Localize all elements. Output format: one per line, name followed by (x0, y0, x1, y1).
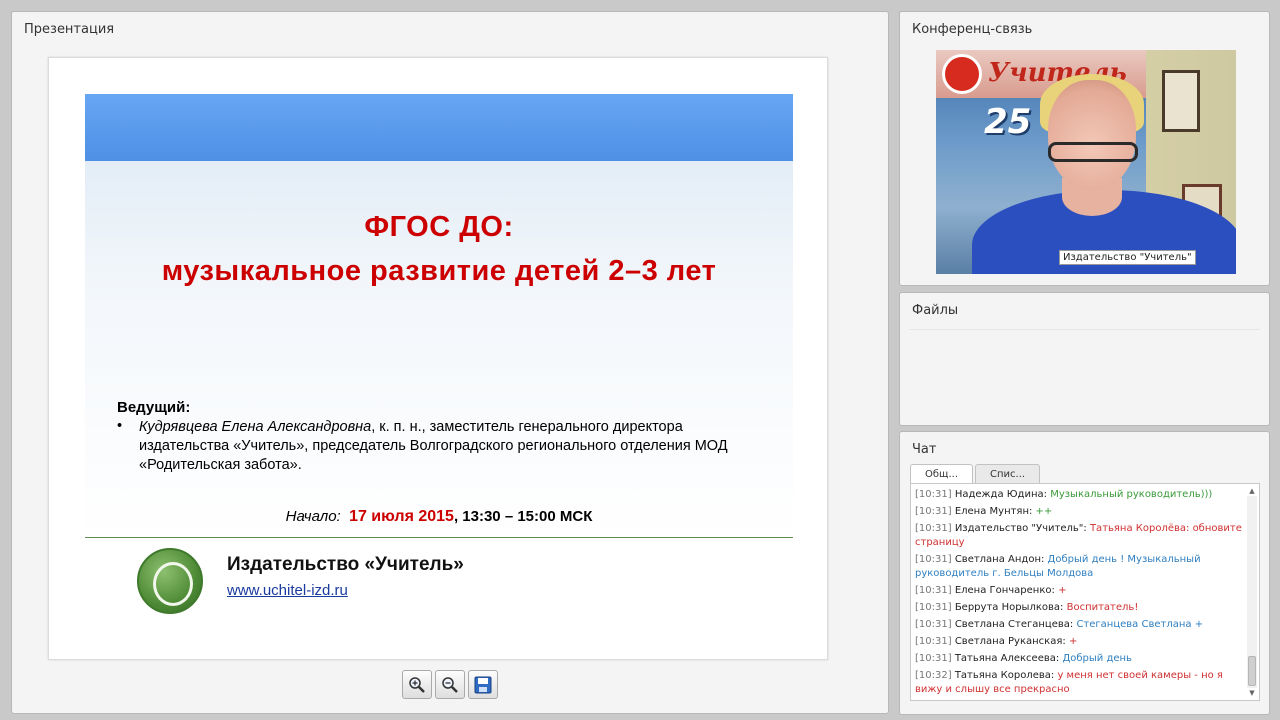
message-time: [10:31] (915, 653, 952, 664)
message-text: Музыкальный руководитель))) (1050, 489, 1213, 500)
speaker-glasses (1048, 142, 1138, 162)
presentation-slide: ФГОС ДО: музыкальное развитие детей 2–3 … (48, 57, 828, 660)
zoom-out-button[interactable] (435, 670, 465, 699)
message-text: Стеганцева Светлана + (1076, 619, 1204, 630)
message-time: [10:31] (915, 585, 952, 596)
publisher-name: Издательство «Учитель» (227, 554, 464, 575)
message-time: [10:31] (915, 602, 952, 613)
message-time: [10:31] (915, 636, 952, 647)
message-text: ++ (1035, 506, 1053, 517)
chat-panel: Чат Общ... Спис... [10:31] Надежда Юдина… (899, 431, 1270, 715)
wall-frame (1162, 70, 1200, 132)
files-list[interactable] (909, 329, 1260, 421)
tab-general[interactable]: Общ... (910, 464, 973, 483)
message-author: Татьяна Королева: (954, 670, 1055, 681)
chat-tabs: Общ... Спис... (910, 464, 1041, 483)
start-label: Начало: (285, 508, 341, 525)
chat-messages-box[interactable]: [10:31] Надежда Юдина: Музыкальный руков… (910, 483, 1260, 701)
message-text: Воспитатель! (1066, 602, 1139, 613)
message-time: [10:31] (915, 523, 952, 534)
files-panel: Файлы (899, 292, 1270, 426)
presentation-toolbar (402, 670, 498, 699)
conference-panel-title: Конференц-связь (912, 22, 1033, 37)
chat-message: [10:31] Светлана Андон: Добрый день ! Му… (915, 553, 1245, 581)
scroll-up-icon[interactable]: ▲ (1247, 486, 1257, 496)
message-author: Татьяна Алексеева: (954, 653, 1060, 664)
zoom-out-icon (442, 676, 458, 693)
zoom-in-button[interactable] (402, 670, 432, 699)
message-time: [10:31] (915, 619, 952, 630)
start-date: 17 июля 2015 (349, 508, 454, 525)
chat-message: [10:31] Светлана Стеганцева: Стеганцева … (915, 618, 1245, 632)
files-panel-title: Файлы (912, 303, 959, 318)
message-time: [10:31] (915, 554, 952, 565)
message-author: Беррута Норылкова: (954, 602, 1064, 613)
save-button[interactable] (468, 670, 498, 699)
video-banner-logo-icon (942, 54, 982, 94)
publisher-url[interactable]: www.uchitel-izd.ru (227, 582, 348, 599)
publisher-logo-icon (137, 548, 203, 614)
message-author: Светлана Руканская: (954, 636, 1066, 647)
chat-message: [10:31] Светлана Руканская: + (915, 635, 1245, 649)
chat-messages: [10:31] Надежда Юдина: Музыкальный руков… (915, 488, 1245, 700)
chat-message: [10:31] Надежда Юдина: Музыкальный руков… (915, 488, 1245, 502)
slide-header-band (85, 94, 793, 161)
host-label: Ведущий: (117, 399, 191, 416)
message-time: [10:31] (915, 489, 952, 500)
chat-message: [10:31] Издательство "Учитель": Татьяна … (915, 522, 1245, 550)
slide-title-line-2: музыкальное развитие детей 2–3 лет (161, 255, 717, 287)
message-author: Светлана Андон: (954, 554, 1045, 565)
message-author: Надежда Юдина: (954, 489, 1047, 500)
conference-panel: Конференц-связь Учитель 25 Издательство … (899, 11, 1270, 286)
message-text: + (1068, 636, 1078, 647)
start-time: , 13:30 – 15:00 МСК (453, 508, 593, 525)
host-name: Кудрявцева Елена Александровна (139, 419, 372, 435)
scroll-down-icon[interactable]: ▼ (1247, 688, 1257, 698)
participant-name-label: Издательство "Учитель" (1059, 250, 1196, 265)
message-text: + (1058, 585, 1067, 596)
video-banner-number: 25 (984, 102, 1032, 142)
chat-message: [10:31] Елена Гончаренко: + (915, 584, 1245, 598)
save-icon (474, 676, 492, 693)
message-author: Елена Мунтян: (954, 506, 1033, 517)
chat-panel-title: Чат (912, 442, 937, 457)
chat-message: [10:31] Елена Мунтян: ++ (915, 505, 1245, 519)
host-description: Кудрявцева Елена Александровна, к. п. н.… (139, 418, 764, 475)
message-author: Светлана Стеганцева: (954, 619, 1074, 630)
chat-message: [10:31] Беррута Норылкова: Воспитатель! (915, 601, 1245, 615)
scrollbar-track[interactable] (1247, 496, 1257, 688)
speaker-head (1048, 80, 1136, 190)
tab-participants[interactable]: Спис... (975, 464, 1041, 483)
message-text: Добрый день (1062, 653, 1132, 664)
chat-scrollbar[interactable]: ▲ ▼ (1247, 486, 1257, 698)
zoom-in-icon (409, 676, 425, 693)
chat-message: [10:32] Татьяна Королева: у меня нет сво… (915, 669, 1245, 697)
chat-message: [10:31] Татьяна Алексеева: Добрый день (915, 652, 1245, 666)
slide-divider (85, 537, 793, 538)
presentation-panel-title: Презентация (24, 22, 115, 37)
slide-title-line-1: ФГОС ДО: (364, 211, 514, 243)
message-time: [10:31] (915, 506, 952, 517)
message-time: [10:32] (915, 670, 952, 681)
bullet-icon: • (117, 418, 123, 434)
video-feed[interactable]: Учитель 25 Издательство "Учитель" (936, 50, 1236, 274)
scrollbar-thumb[interactable] (1248, 656, 1256, 686)
start-time-line: Начало: 17 июля 2015, 13:30 – 15:00 МСК (85, 508, 793, 526)
message-author: Елена Гончаренко: (954, 585, 1055, 596)
presentation-panel: Презентация ФГОС ДО: музыкальное развити… (11, 11, 889, 714)
message-author: Издательство "Учитель": (954, 523, 1087, 534)
